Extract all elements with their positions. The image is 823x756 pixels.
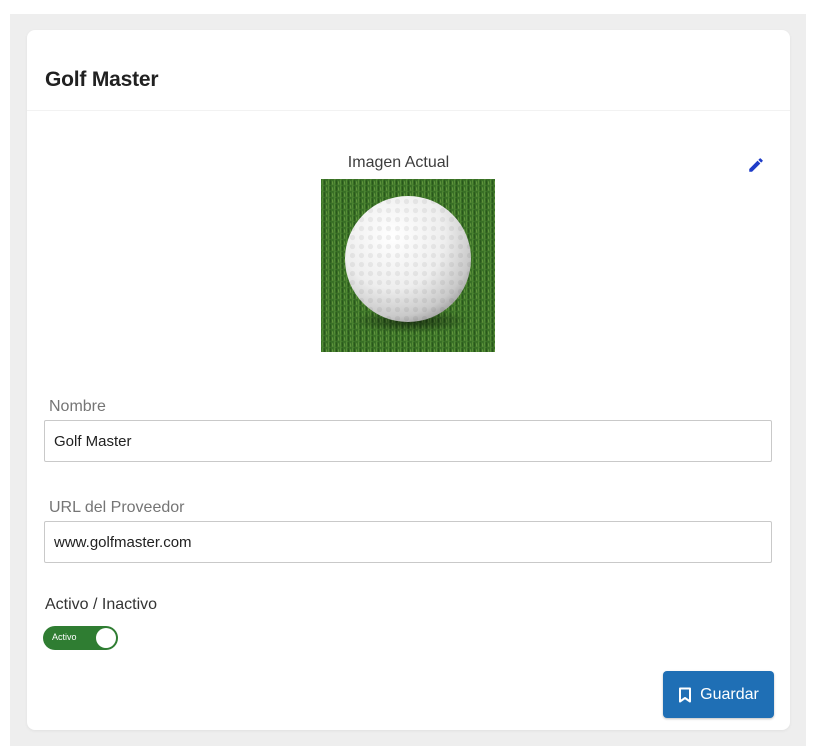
active-toggle[interactable]: Activo (43, 626, 118, 650)
toggle-knob (96, 628, 116, 648)
pencil-icon (749, 158, 763, 172)
save-button-label: Guardar (700, 685, 759, 703)
url-label: URL del Proveedor (49, 499, 185, 516)
bookmark-icon (679, 687, 692, 702)
save-button[interactable]: Guardar (663, 671, 774, 718)
current-image (321, 179, 495, 352)
page-title: Golf Master (45, 68, 159, 91)
status-label: Activo / Inactivo (45, 596, 158, 613)
nombre-label: Nombre (49, 398, 106, 415)
card-header: Golf Master (27, 30, 790, 111)
edit-image-button[interactable] (743, 152, 769, 178)
nombre-input[interactable] (44, 420, 772, 462)
provider-card: Golf Master Imagen Actual Nombre Golf Ma… (27, 30, 790, 730)
toggle-text: Activo (52, 632, 77, 642)
current-image-label: Imagen Actual (347, 154, 450, 171)
url-input[interactable] (44, 521, 772, 563)
